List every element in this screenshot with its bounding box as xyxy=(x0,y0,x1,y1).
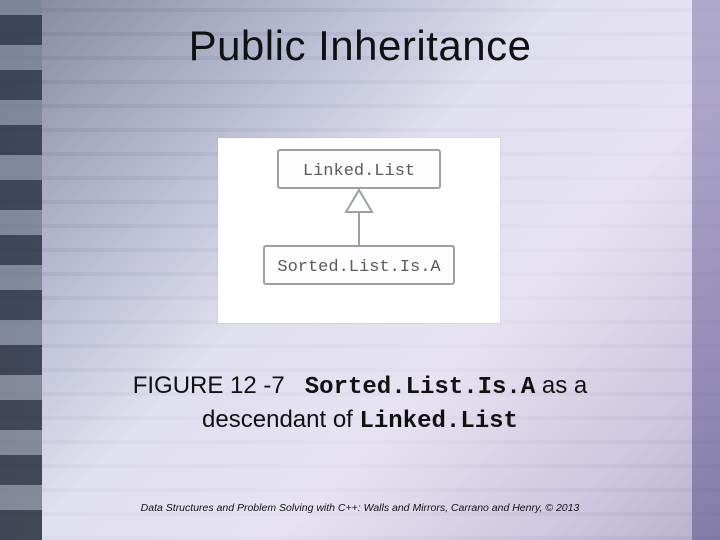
slide-footer: Data Structures and Problem Solving with… xyxy=(0,502,720,514)
uml-diagram: Linked.List Sorted.List.Is.A xyxy=(218,138,500,323)
child-node-label: Sorted.List.Is.A xyxy=(277,258,441,277)
parent-node-label: Linked.List xyxy=(303,162,415,181)
bg-column-left xyxy=(0,0,42,540)
slide: Public Inheritance Linked.List Sorted.Li… xyxy=(0,0,720,540)
parent-node: Linked.List xyxy=(278,150,440,188)
bg-column-right xyxy=(692,0,720,540)
caption-mid-1: as a xyxy=(542,372,587,399)
uml-svg: Linked.List Sorted.List.Is.A xyxy=(218,138,500,323)
slide-title: Public Inheritance xyxy=(0,22,720,70)
caption-line2-prefix: descendant of xyxy=(202,406,359,433)
caption-class-a: Sorted.List.Is.A xyxy=(305,374,535,401)
caption-class-b: Linked.List xyxy=(360,408,518,435)
figure-label: FIGURE 12 -7 xyxy=(133,372,285,399)
figure-caption: FIGURE 12 -7 Sorted.List.Is.A as a desce… xyxy=(0,370,720,439)
child-node: Sorted.List.Is.A xyxy=(264,246,454,284)
